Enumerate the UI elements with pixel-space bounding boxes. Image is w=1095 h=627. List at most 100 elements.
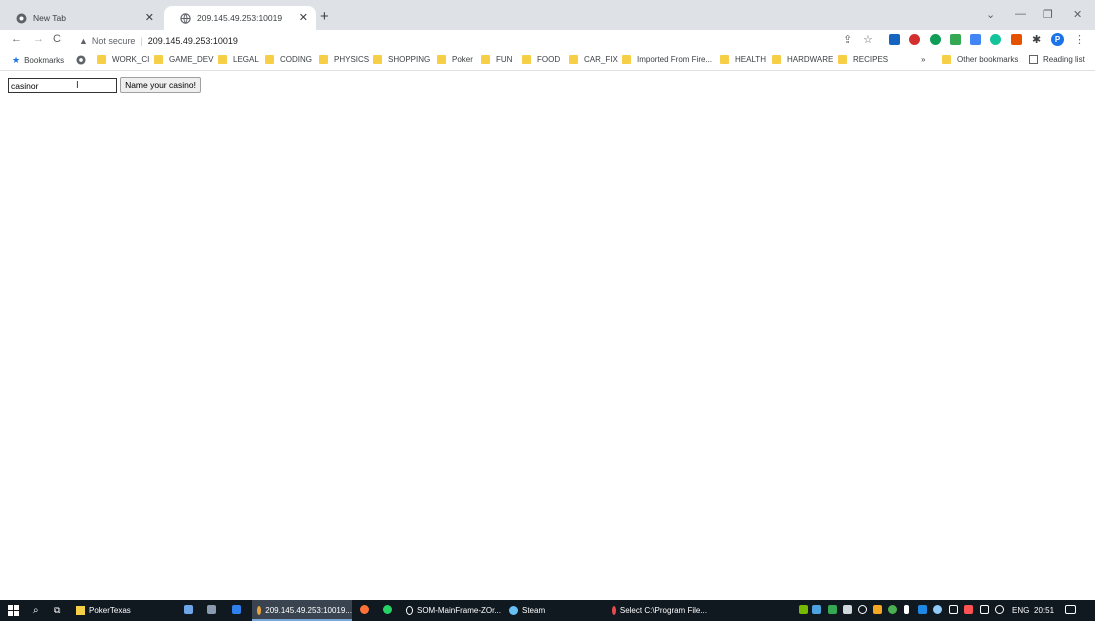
extension-icon[interactable] (970, 34, 981, 45)
settings-tray-icon[interactable] (949, 605, 958, 614)
network-icon[interactable] (980, 605, 989, 614)
browser-toolbar: ← → C ▲ Not secure | 209.145.49.253:1001… (0, 30, 1095, 51)
folder-icon (522, 55, 531, 64)
taskbar-item-som-mainframe[interactable]: SOM-MainFrame-ZOr... (403, 600, 501, 621)
bookmark-folder[interactable]: FUN (481, 55, 512, 64)
whatsapp-icon[interactable] (383, 605, 392, 614)
bookmark-label: Other bookmarks (957, 55, 1019, 64)
folder-icon (97, 55, 106, 64)
close-icon[interactable]: ✕ (145, 11, 154, 24)
bookmark-label: GAME_DEV (169, 55, 214, 64)
language-indicator[interactable]: ENG (1012, 600, 1029, 621)
bookmark-folder[interactable]: LEGAL (218, 55, 259, 64)
reading-list-button[interactable]: Reading list (1029, 55, 1085, 64)
folder-icon (569, 55, 578, 64)
bookmark-folder[interactable]: PHYSICS (319, 55, 369, 64)
bookmark-folder[interactable]: CODING (265, 55, 312, 64)
tray-icon[interactable] (843, 605, 852, 614)
extension-icon[interactable] (1011, 34, 1022, 45)
taskbar-item-steam[interactable]: Steam (506, 600, 604, 621)
bookmarks-overflow-button[interactable]: » (921, 55, 925, 64)
taskbar-label: 209.145.49.253:10019... (265, 606, 352, 615)
address-bar[interactable]: ▲ Not secure | 209.145.49.253:10019 (76, 32, 882, 49)
tray-icon[interactable] (888, 605, 897, 614)
folder-icon (265, 55, 274, 64)
bookmark-item[interactable] (76, 55, 86, 67)
share-icon[interactable]: ⇪ (843, 33, 852, 46)
tray-icon[interactable] (933, 605, 942, 614)
bluetooth-icon[interactable] (918, 605, 927, 614)
tray-icon[interactable] (828, 605, 837, 614)
close-icon[interactable]: ✕ (299, 11, 308, 24)
vscode-icon[interactable] (232, 605, 241, 614)
windows-start-icon[interactable] (8, 600, 19, 621)
task-view-icon[interactable]: ⧉ (54, 600, 60, 621)
bookmark-folder[interactable]: HARDWARE (772, 55, 833, 64)
minimize-icon[interactable]: — (1015, 8, 1026, 20)
folder-icon (772, 55, 781, 64)
extension-icon[interactable] (950, 34, 961, 45)
bookmark-folder[interactable]: Poker (437, 55, 473, 64)
globe-icon (76, 55, 86, 67)
folder-icon (437, 55, 446, 64)
forward-icon[interactable]: → (33, 33, 44, 45)
taskbar-item-pokertexas[interactable]: PokerTexas (76, 600, 170, 621)
extension-icon[interactable] (930, 34, 941, 45)
tab-search-icon[interactable]: ⌄ (986, 8, 995, 21)
casino-name-input[interactable] (8, 78, 117, 93)
bookmark-folder[interactable]: Other bookmarks (942, 55, 1018, 64)
notification-icon[interactable] (1065, 605, 1076, 614)
folder-icon (720, 55, 729, 64)
restore-icon[interactable]: ❐ (1043, 8, 1053, 21)
bookmark-folder[interactable]: CAR_FIX (569, 55, 618, 64)
tray-icon[interactable] (812, 605, 821, 614)
back-icon[interactable]: ← (11, 33, 22, 45)
new-tab-icon[interactable]: + (320, 8, 329, 25)
tray-icon[interactable] (858, 605, 867, 614)
usb-icon[interactable] (904, 605, 909, 614)
bookmark-label: FOOD (537, 55, 561, 64)
clock[interactable]: 20:51 (1034, 600, 1054, 621)
bookmark-label: Bookmarks (24, 56, 65, 65)
bookmark-label: CODING (280, 55, 312, 64)
folder-icon (154, 55, 163, 64)
bookmark-folder[interactable]: HEALTH (720, 55, 766, 64)
avatar[interactable]: P (1051, 33, 1064, 46)
overflow-label: » (921, 55, 926, 64)
bookmark-folder[interactable]: FOOD (522, 55, 560, 64)
name-casino-button[interactable]: Name your casino! (120, 77, 201, 93)
star-icon[interactable]: ☆ (863, 33, 873, 46)
bookmark-label: CAR_FIX (584, 55, 618, 64)
text-cursor-icon: I (76, 80, 79, 91)
app-icon (612, 606, 616, 615)
bookmark-folder[interactable]: SHOPPING (373, 55, 430, 64)
puzzle-icon[interactable]: ✱ (1032, 33, 1041, 46)
taskbar-item-select-program[interactable]: Select C:\Program File... (609, 600, 707, 621)
bookmark-folder[interactable]: WORK_CI (97, 55, 149, 64)
tray-icon[interactable] (873, 605, 882, 614)
reload-icon[interactable]: C (53, 33, 61, 45)
screen-bottom-edge (0, 621, 1095, 627)
tray-icon[interactable] (964, 605, 973, 614)
address-divider: | (140, 35, 143, 46)
bookmark-folder[interactable]: GAME_DEV (154, 55, 213, 64)
menu-icon[interactable]: ⋮ (1074, 33, 1085, 46)
chrome-icon (16, 13, 27, 24)
warning-icon: ▲ (79, 35, 88, 46)
bookmark-folder[interactable]: Imported From Fire... (622, 55, 712, 64)
volume-icon[interactable] (995, 605, 1004, 614)
grammarly-icon[interactable] (990, 34, 1001, 45)
firefox-icon[interactable] (360, 605, 369, 614)
extension-icon[interactable] (889, 34, 900, 45)
nvidia-icon[interactable] (799, 605, 808, 614)
app-icon[interactable] (207, 605, 216, 614)
tab-active-site[interactable]: 209.145.49.253:10019 ✕ (164, 6, 316, 30)
bookmark-item[interactable]: ★ Bookmarks (12, 55, 64, 66)
adblock-icon[interactable] (909, 34, 920, 45)
search-icon[interactable]: ⌕ (33, 600, 39, 621)
tab-new-tab[interactable]: New Tab ✕ (0, 6, 162, 30)
bookmark-folder[interactable]: RECIPES (838, 55, 888, 64)
taskbar-item-browser[interactable]: 209.145.49.253:10019... (252, 600, 352, 621)
window-close-icon[interactable]: ✕ (1073, 8, 1082, 21)
app-icon[interactable] (184, 605, 193, 614)
